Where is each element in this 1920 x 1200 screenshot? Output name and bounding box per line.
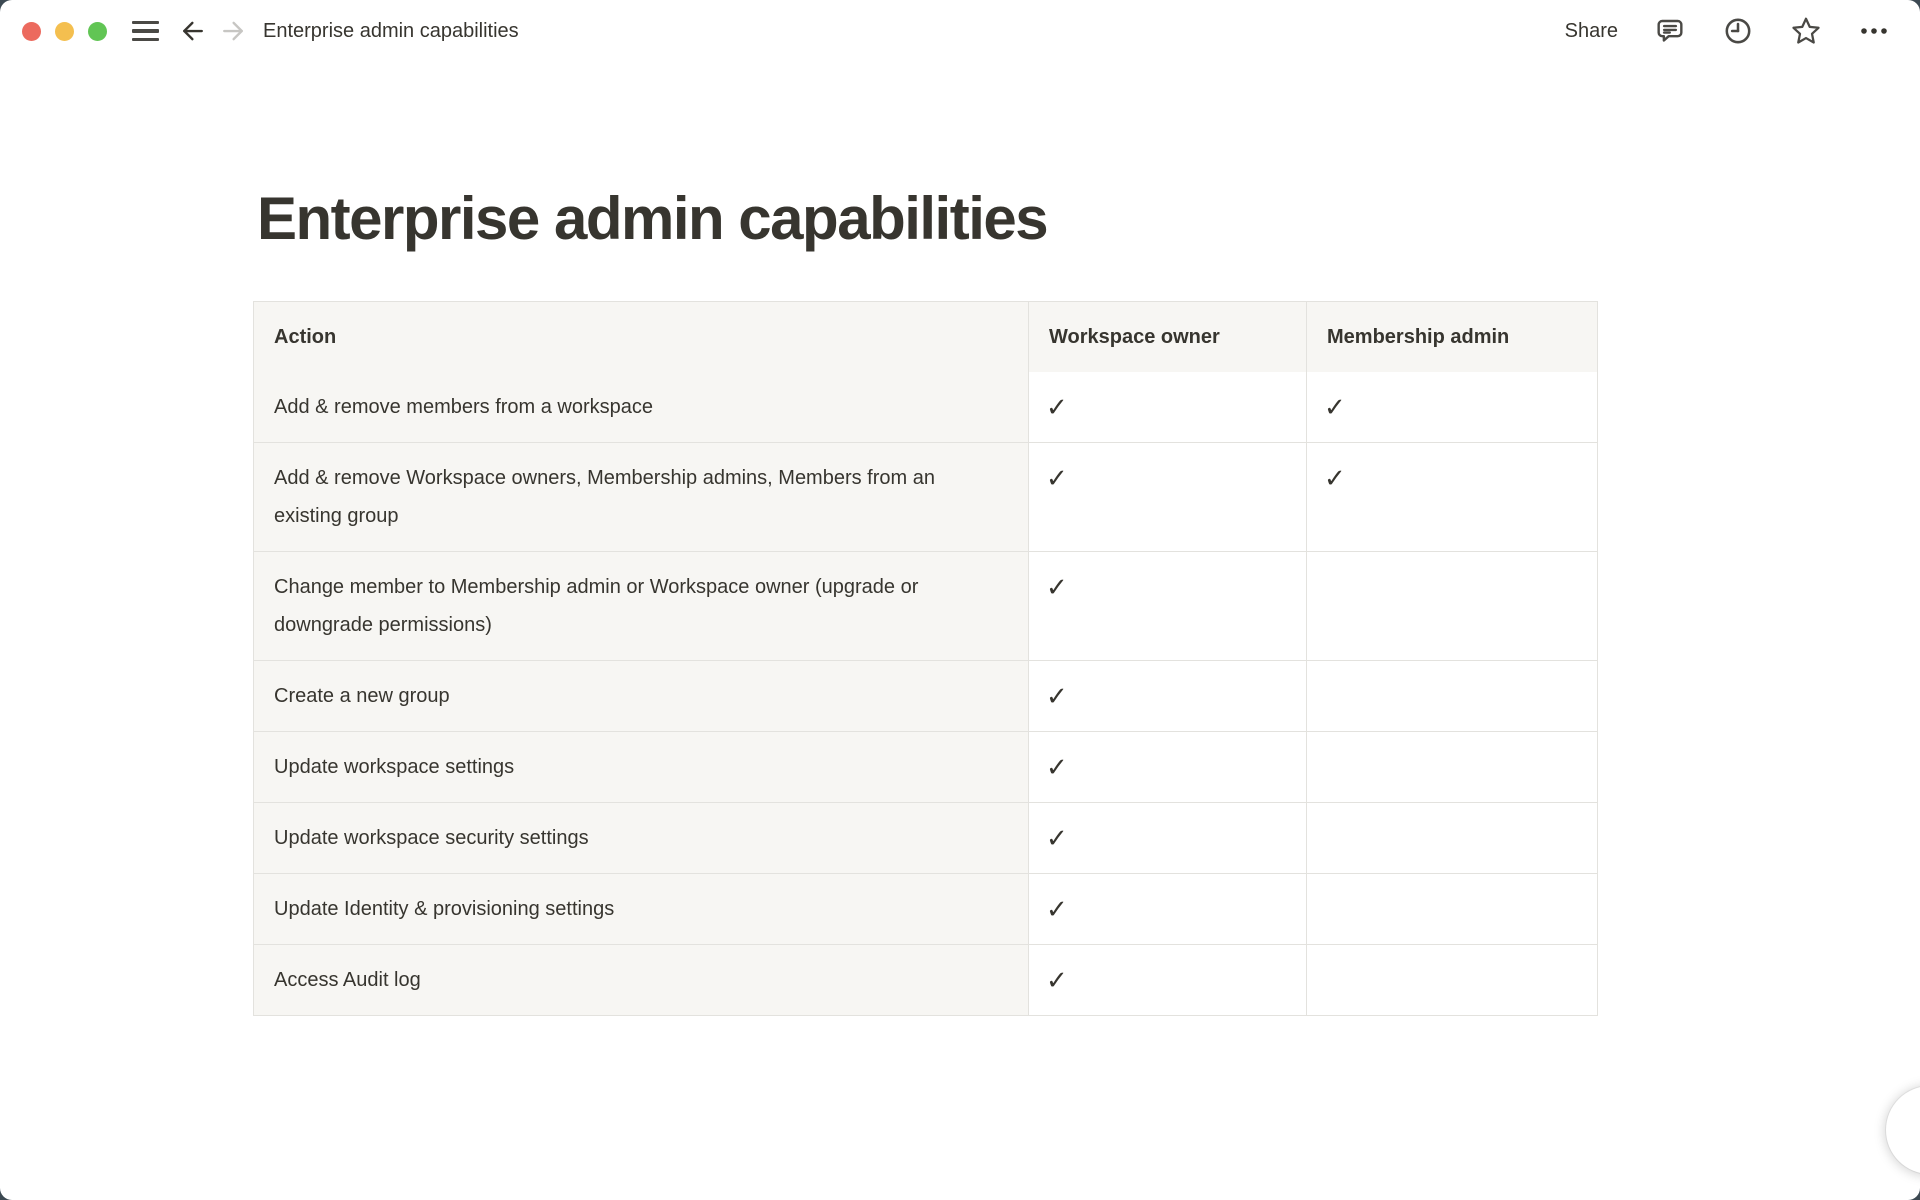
membership-admin-cell[interactable]: ✓ [1307,443,1597,551]
workspace-owner-cell[interactable]: ✓ [1029,803,1307,873]
workspace-owner-cell[interactable]: ✓ [1029,874,1307,944]
zoom-button[interactable] [88,22,107,41]
column-header-workspace-owner[interactable]: Workspace owner [1029,302,1307,372]
share-button[interactable]: Share [1565,20,1618,43]
action-cell[interactable]: Add & remove Workspace owners, Membershi… [254,443,1029,551]
forward-icon[interactable] [217,15,249,47]
membership-admin-cell[interactable] [1307,945,1597,1015]
membership-admin-cell[interactable] [1307,552,1597,660]
help-button[interactable] [1886,1086,1920,1174]
table-body: Add & remove members from a workspace✓✓A… [254,372,1597,1015]
action-cell[interactable]: Update workspace security settings [254,803,1029,873]
app-window: Enterprise admin capabilities Share [0,0,1920,1200]
titlebar-actions: Share [1565,15,1890,47]
page-title: Enterprise admin capabilities [257,184,1920,253]
table-row: Add & remove Workspace owners, Membershi… [254,442,1597,551]
table-row: Create a new group✓ [254,660,1597,731]
workspace-owner-cell[interactable]: ✓ [1029,443,1307,551]
action-cell[interactable]: Change member to Membership admin or Wor… [254,552,1029,660]
action-cell[interactable]: Update Identity & provisioning settings [254,874,1029,944]
table-row: Add & remove members from a workspace✓✓ [254,372,1597,442]
capabilities-table: Action Workspace owner Membership admin … [253,301,1598,1016]
table-row: Update workspace security settings✓ [254,802,1597,873]
table-row: Access Audit log✓ [254,944,1597,1015]
minimize-button[interactable] [55,22,74,41]
updates-clock-icon[interactable] [1722,15,1754,47]
column-header-membership-admin[interactable]: Membership admin [1307,302,1597,372]
table-row: Update Identity & provisioning settings✓ [254,873,1597,944]
membership-admin-cell[interactable]: ✓ [1307,372,1597,442]
workspace-owner-cell[interactable]: ✓ [1029,661,1307,731]
page-content: Enterprise admin capabilities Action Wor… [0,184,1920,1016]
action-cell[interactable]: Create a new group [254,661,1029,731]
back-icon[interactable] [177,15,209,47]
membership-admin-cell[interactable] [1307,732,1597,802]
favorite-star-icon[interactable] [1790,15,1822,47]
sidebar-menu-icon[interactable] [129,15,161,47]
more-options-icon[interactable] [1858,15,1890,47]
window-controls [22,22,107,41]
titlebar-page-title: Enterprise admin capabilities [263,20,519,43]
workspace-owner-cell[interactable]: ✓ [1029,372,1307,442]
membership-admin-cell[interactable] [1307,874,1597,944]
action-cell[interactable]: Add & remove members from a workspace [254,372,1029,442]
titlebar: Enterprise admin capabilities Share [0,0,1920,62]
action-cell[interactable]: Access Audit log [254,945,1029,1015]
membership-admin-cell[interactable] [1307,803,1597,873]
workspace-owner-cell[interactable]: ✓ [1029,732,1307,802]
comments-icon[interactable] [1654,15,1686,47]
column-header-action[interactable]: Action [254,302,1029,372]
close-button[interactable] [22,22,41,41]
workspace-owner-cell[interactable]: ✓ [1029,552,1307,660]
workspace-owner-cell[interactable]: ✓ [1029,945,1307,1015]
table-row: Update workspace settings✓ [254,731,1597,802]
membership-admin-cell[interactable] [1307,661,1597,731]
action-cell[interactable]: Update workspace settings [254,732,1029,802]
table-row: Change member to Membership admin or Wor… [254,551,1597,660]
table-header-row: Action Workspace owner Membership admin [254,302,1597,372]
